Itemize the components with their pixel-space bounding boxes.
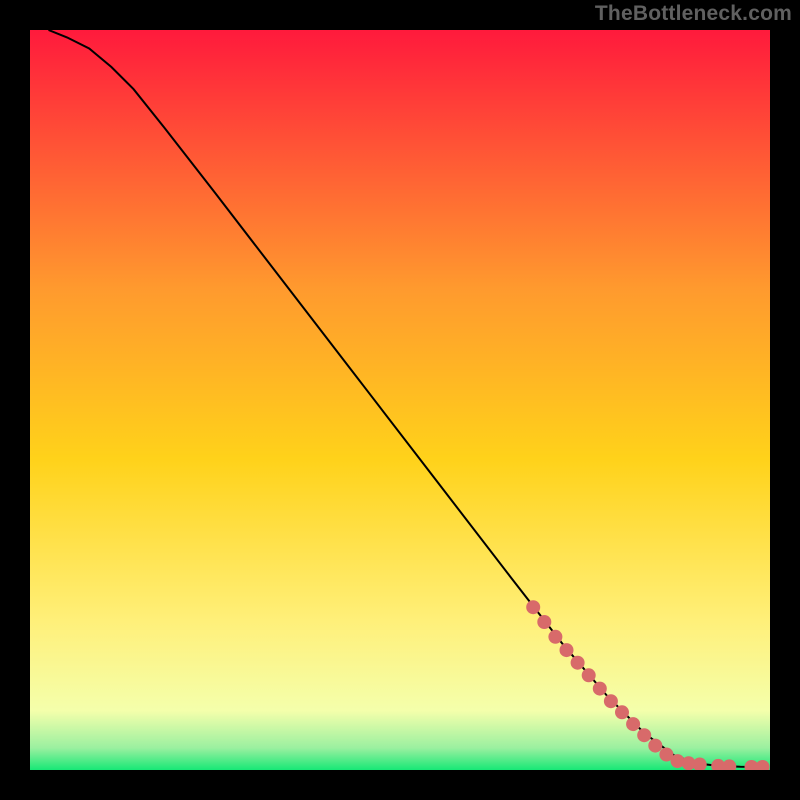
- watermark-text: TheBottleneck.com: [595, 2, 792, 26]
- data-marker: [571, 656, 585, 670]
- plot-svg: [30, 30, 770, 770]
- chart-frame: TheBottleneck.com: [0, 0, 800, 800]
- data-marker: [593, 682, 607, 696]
- data-marker: [648, 739, 662, 753]
- data-marker: [560, 643, 574, 657]
- data-marker: [526, 600, 540, 614]
- data-marker: [626, 717, 640, 731]
- data-marker: [537, 615, 551, 629]
- data-marker: [637, 728, 651, 742]
- data-marker: [604, 694, 618, 708]
- data-marker: [582, 668, 596, 682]
- gradient-background: [30, 30, 770, 770]
- data-marker: [615, 705, 629, 719]
- data-marker: [548, 630, 562, 644]
- plot-area: [30, 30, 770, 770]
